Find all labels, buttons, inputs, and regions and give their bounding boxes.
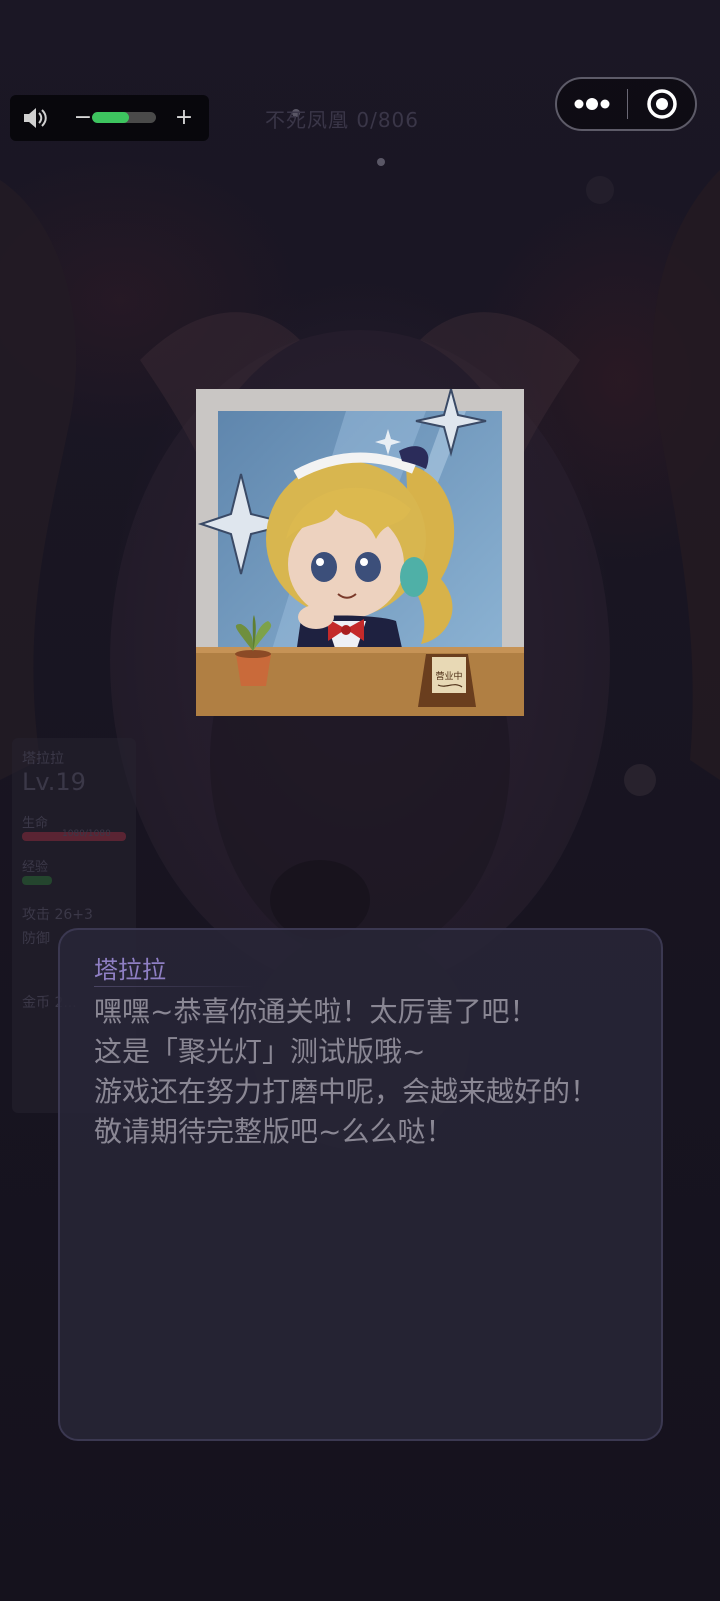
character-portrait: 营业中 <box>196 389 524 716</box>
speaker-name: 塔拉拉 <box>94 956 166 984</box>
defense-stat: 防御 <box>22 931 50 947</box>
volume-slider[interactable] <box>92 112 156 123</box>
speaker-icon[interactable] <box>20 103 50 133</box>
target-close-icon[interactable] <box>628 79 697 129</box>
dialog-text: 嘿嘿~恭喜你通关啦！太厉害了吧！ 这是「聚光灯」测试版哦~ 游戏还在努力打磨中呢… <box>94 992 654 1152</box>
maid-girl-portrait: 营业中 <box>196 389 524 716</box>
shop-sign-text: 营业中 <box>435 670 462 682</box>
dialog-line: 这是「聚光灯」测试版哦~ <box>94 1035 426 1068</box>
speaker-name-underline <box>94 986 254 987</box>
dialog-box[interactable]: 塔拉拉 嘿嘿~恭喜你通关啦！太厉害了吧！ 这是「聚光灯」测试版哦~ 游戏还在努力… <box>58 928 663 1441</box>
volume-slider-fill <box>92 112 130 123</box>
volume-control: − + <box>10 95 209 141</box>
attack-stat: 攻击 26+3 <box>22 907 93 923</box>
dialog-line: 游戏还在努力打磨中呢，会越来越好的！ <box>94 1075 599 1108</box>
player-name: 塔拉拉 <box>22 751 64 767</box>
dialog-line: 嘿嘿~恭喜你通关啦！太厉害了吧！ <box>94 995 538 1028</box>
hp-bar: 1080/1080 <box>22 829 126 841</box>
game-screen: − + 不死凤凰 0/806 塔拉拉 Lv.19 生命 1080/1080 经验… <box>0 0 720 1601</box>
exp-label: 经验 <box>22 860 49 875</box>
exp-bar <box>22 876 52 885</box>
hp-value: 1080/1080 <box>62 829 111 839</box>
dialog-line: 敬请期待完整版吧~么么哒！ <box>94 1115 454 1148</box>
hp-label: 生命 <box>22 816 49 831</box>
level-title: 不死凤凰 0/806 <box>265 108 419 132</box>
more-dots-icon[interactable] <box>557 79 627 129</box>
volume-up-button[interactable]: + <box>172 103 196 133</box>
mini-program-capsule <box>555 77 697 131</box>
player-level: Lv.19 <box>22 768 86 796</box>
